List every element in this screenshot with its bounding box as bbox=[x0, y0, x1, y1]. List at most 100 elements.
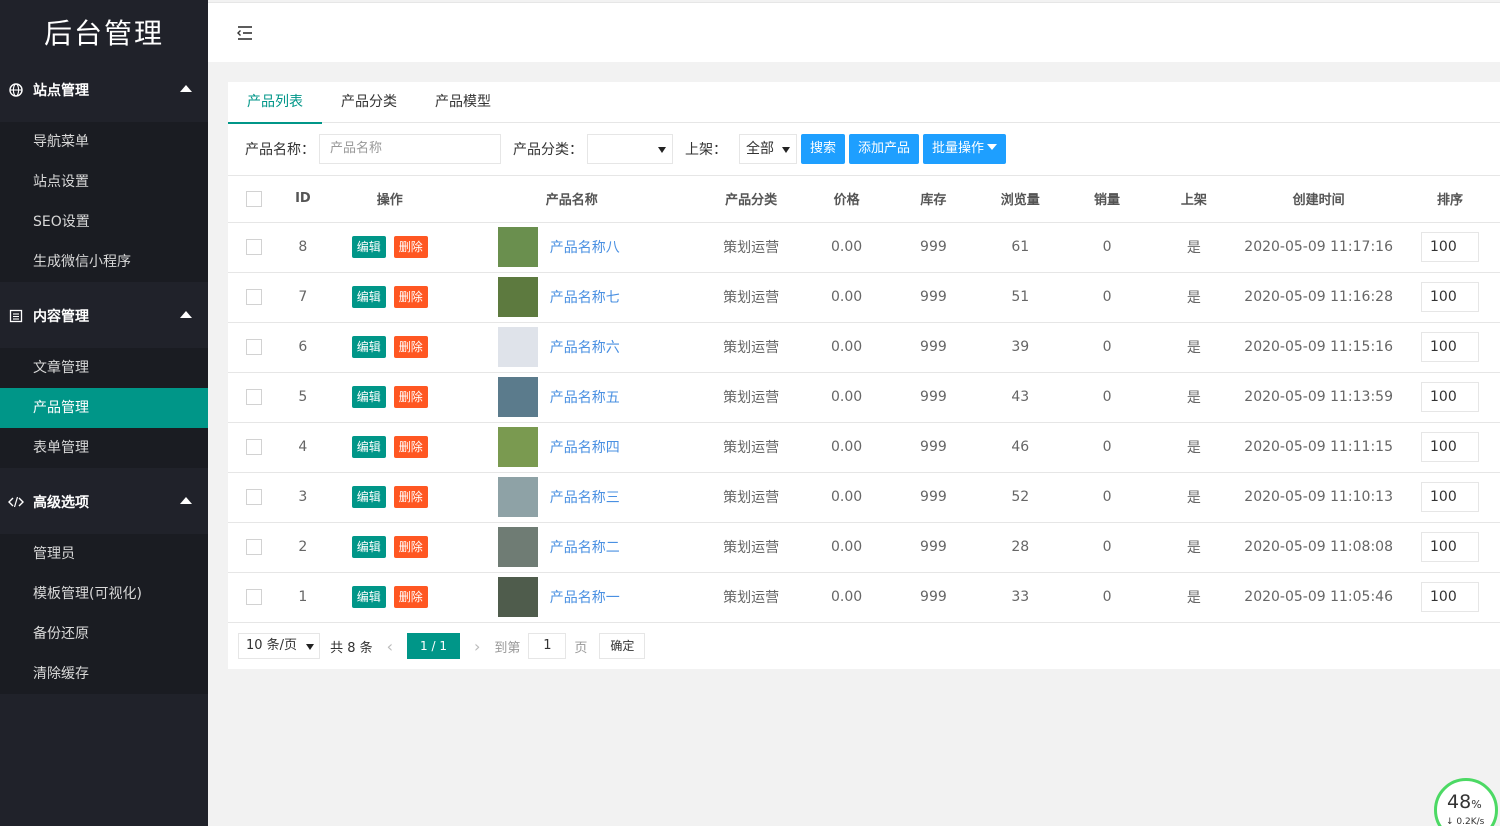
product-thumbnail[interactable] bbox=[497, 377, 538, 417]
row-product-name-cell: 产品名称四 bbox=[453, 422, 700, 473]
edit-button[interactable]: 编辑 bbox=[351, 586, 386, 608]
sort-input[interactable]: 100 bbox=[1421, 482, 1480, 512]
menu-toggle-icon[interactable] bbox=[236, 25, 254, 41]
row-checkbox[interactable] bbox=[246, 339, 263, 355]
goto-page-input[interactable]: 1 bbox=[528, 633, 567, 659]
product-thumbnail[interactable] bbox=[497, 427, 538, 467]
row-select-cell bbox=[228, 472, 281, 523]
prev-page-icon[interactable]: ‹ bbox=[387, 637, 393, 656]
product-name-link[interactable]: 产品名称七 bbox=[550, 287, 620, 307]
product-thumbnail[interactable] bbox=[497, 477, 538, 517]
edit-button[interactable]: 编辑 bbox=[351, 236, 386, 258]
speed-rate-value: 0.2K/s bbox=[1456, 817, 1485, 826]
delete-button[interactable]: 删除 bbox=[393, 286, 428, 308]
sidebar-group-items: 导航菜单 站点设置 SEO设置 生成微信小程序 bbox=[0, 122, 208, 282]
sidebar-group-label: 内容管理 bbox=[33, 309, 89, 325]
edit-button[interactable]: 编辑 bbox=[351, 336, 386, 358]
per-page-select[interactable]: 10 条/页 bbox=[238, 633, 321, 659]
sort-input[interactable]: 100 bbox=[1421, 432, 1480, 462]
product-thumbnail[interactable] bbox=[497, 577, 538, 617]
row-category: 策划运营 bbox=[699, 322, 804, 373]
product-category-select[interactable] bbox=[587, 134, 673, 164]
delete-button[interactable]: 删除 bbox=[393, 386, 428, 408]
product-name-link[interactable]: 产品名称六 bbox=[550, 337, 620, 357]
sidebar-item-backup[interactable]: 备份还原 bbox=[0, 614, 208, 654]
sidebar-item-admins[interactable]: 管理员 bbox=[0, 534, 208, 574]
product-card: 产品列表 产品分类 产品模型 产品名称： 产品名称 产品分类： 上架： 全部 搜… bbox=[228, 82, 1500, 669]
sort-input[interactable]: 100 bbox=[1421, 332, 1480, 362]
product-name-link[interactable]: 产品名称五 bbox=[550, 387, 620, 407]
edit-button[interactable]: 编辑 bbox=[351, 286, 386, 308]
edit-button[interactable]: 编辑 bbox=[351, 536, 386, 558]
product-name-link[interactable]: 产品名称八 bbox=[550, 237, 620, 257]
tab-product-model[interactable]: 产品模型 bbox=[416, 82, 510, 123]
sort-input[interactable]: 100 bbox=[1421, 582, 1480, 612]
sidebar-item-seo[interactable]: SEO设置 bbox=[0, 202, 208, 242]
sidebar-item-clear-cache[interactable]: 清除缓存 bbox=[0, 654, 208, 694]
table-row: 8 编辑 删除 产品名称八 策划运营 0.00 999 61 0 是 2020-05-09 11:1… bbox=[228, 222, 1500, 273]
goto-confirm-button[interactable]: 确定 bbox=[599, 633, 646, 659]
select-all-checkbox[interactable] bbox=[246, 190, 263, 207]
sort-input[interactable]: 100 bbox=[1421, 232, 1480, 262]
search-button[interactable]: 搜索 bbox=[801, 134, 846, 164]
row-checkbox[interactable] bbox=[246, 289, 263, 305]
row-checkbox[interactable] bbox=[246, 489, 263, 505]
next-page-icon[interactable]: › bbox=[474, 637, 480, 656]
sidebar-item-nav-menu[interactable]: 导航菜单 bbox=[0, 122, 208, 162]
edit-button[interactable]: 编辑 bbox=[351, 386, 386, 408]
total-count: 共 8 条 bbox=[330, 640, 373, 656]
sort-input[interactable]: 100 bbox=[1421, 382, 1480, 412]
sidebar-group-advanced[interactable]: 高级选项 bbox=[0, 480, 208, 524]
sidebar-item-miniprogram[interactable]: 生成微信小程序 bbox=[0, 242, 208, 282]
sidebar-item-articles[interactable]: 文章管理 bbox=[0, 348, 208, 388]
sidebar-group-site[interactable]: 站点管理 bbox=[0, 68, 208, 112]
row-product-name-cell: 产品名称三 bbox=[453, 472, 700, 523]
tab-product-list[interactable]: 产品列表 bbox=[228, 82, 322, 124]
delete-button[interactable]: 删除 bbox=[393, 586, 428, 608]
batch-operation-button[interactable]: 批量操作 bbox=[923, 134, 1007, 164]
sidebar-group-items: 管理员 模板管理(可视化) 备份还原 清除缓存 bbox=[0, 534, 208, 694]
edit-button[interactable]: 编辑 bbox=[351, 486, 386, 508]
row-checkbox[interactable] bbox=[246, 589, 263, 605]
sort-input[interactable]: 100 bbox=[1421, 532, 1480, 562]
tab-product-category[interactable]: 产品分类 bbox=[322, 82, 416, 123]
row-views: 46 bbox=[976, 422, 1064, 473]
sidebar-item-products[interactable]: 产品管理 bbox=[0, 388, 208, 428]
product-thumbnail[interactable] bbox=[497, 277, 538, 317]
row-category: 策划运营 bbox=[699, 422, 804, 473]
current-page[interactable]: 1 / 1 bbox=[407, 633, 460, 659]
delete-button[interactable]: 删除 bbox=[393, 436, 428, 458]
shelf-label: 上架： bbox=[685, 142, 727, 158]
shelf-select[interactable]: 全部 bbox=[739, 134, 797, 164]
add-product-button[interactable]: 添加产品 bbox=[849, 134, 920, 164]
product-name-link[interactable]: 产品名称一 bbox=[550, 587, 620, 607]
sidebar-item-templates[interactable]: 模板管理(可视化) bbox=[0, 574, 208, 614]
product-thumbnail[interactable] bbox=[497, 227, 538, 267]
delete-button[interactable]: 删除 bbox=[393, 536, 428, 558]
row-checkbox[interactable] bbox=[246, 239, 263, 255]
product-name-link[interactable]: 产品名称三 bbox=[550, 487, 620, 507]
sidebar-group-content[interactable]: 内容管理 bbox=[0, 294, 208, 338]
product-name-link[interactable]: 产品名称二 bbox=[550, 537, 620, 557]
row-checkbox[interactable] bbox=[246, 389, 263, 405]
edit-button[interactable]: 编辑 bbox=[351, 436, 386, 458]
row-checkbox[interactable] bbox=[246, 539, 263, 555]
network-speed-widget[interactable]: 48% ↓ 0.2K/s bbox=[1434, 778, 1498, 826]
row-sort-cell: 100 bbox=[1400, 372, 1500, 423]
product-name-input[interactable]: 产品名称 bbox=[319, 134, 501, 164]
product-thumbnail[interactable] bbox=[497, 327, 538, 367]
row-views: 52 bbox=[976, 472, 1064, 523]
product-name-link[interactable]: 产品名称四 bbox=[550, 437, 620, 457]
sidebar-item-site-settings[interactable]: 站点设置 bbox=[0, 162, 208, 202]
delete-button[interactable]: 删除 bbox=[393, 236, 428, 258]
delete-button[interactable]: 删除 bbox=[393, 336, 428, 358]
row-checkbox[interactable] bbox=[246, 439, 263, 455]
product-thumbnail[interactable] bbox=[497, 527, 538, 567]
sort-input[interactable]: 100 bbox=[1421, 282, 1480, 312]
row-select-cell bbox=[228, 522, 281, 573]
row-actions: 编辑 删除 bbox=[325, 572, 454, 623]
top-header bbox=[208, 2, 1500, 62]
delete-button[interactable]: 删除 bbox=[393, 486, 428, 508]
row-created: 2020-05-09 11:15:16 bbox=[1237, 322, 1401, 373]
sidebar-item-forms[interactable]: 表单管理 bbox=[0, 428, 208, 468]
